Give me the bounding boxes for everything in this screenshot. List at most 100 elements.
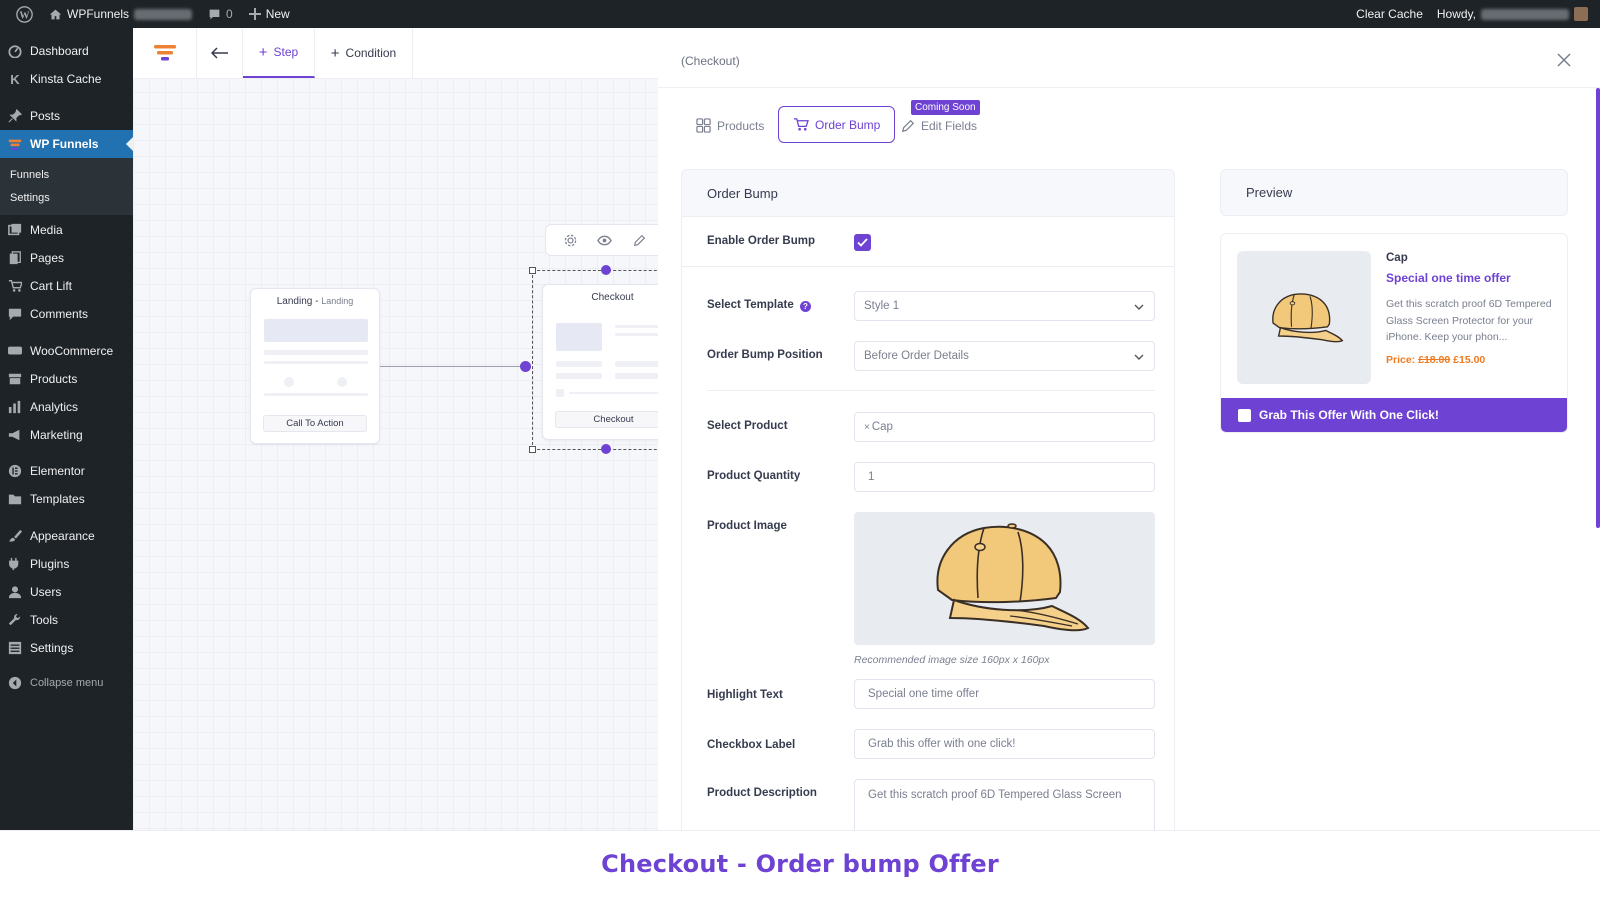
wrench-icon xyxy=(8,613,22,627)
remove-product-icon[interactable]: × xyxy=(864,422,870,433)
sidebar-item-posts[interactable]: Posts xyxy=(0,102,133,130)
resize-handle[interactable] xyxy=(529,267,536,274)
sidebar-item-products[interactable]: Products xyxy=(0,365,133,393)
bottom-connect-handle[interactable] xyxy=(601,444,611,454)
checkout-step-node[interactable]: Checkout Checkout xyxy=(542,284,658,440)
checkout-node-title: Checkout xyxy=(591,292,634,303)
close-icon[interactable] xyxy=(1556,52,1572,68)
tab-condition-label: Condition xyxy=(345,46,397,60)
resize-handle[interactable] xyxy=(529,446,536,453)
checkbox-label-input[interactable]: Grab this offer with one click! xyxy=(854,729,1155,759)
clear-cache-link[interactable]: Clear Cache xyxy=(1356,7,1423,21)
sidebar-item-label: Dashboard xyxy=(30,44,89,58)
funnel-canvas[interactable]: + Step + Condition Landing - Landing Cal… xyxy=(133,28,658,830)
select-product-label: Select Product xyxy=(707,420,788,432)
sidebar-item-tools[interactable]: Tools xyxy=(0,606,133,634)
sidebar-item-kinsta-cache[interactable]: K Kinsta Cache xyxy=(0,65,133,93)
sidebar-item-users[interactable]: Users xyxy=(0,578,133,606)
drawer-header: (Checkout) xyxy=(658,28,1600,88)
sidebar-item-label: Templates xyxy=(30,492,85,506)
submenu-item-settings[interactable]: Settings xyxy=(0,186,133,209)
avatar xyxy=(1574,7,1588,21)
sidebar-item-templates[interactable]: Templates xyxy=(0,485,133,513)
cap-image xyxy=(1272,292,1344,342)
wordpress-logo-icon[interactable]: W xyxy=(16,5,33,23)
product-image-upload[interactable] xyxy=(854,512,1155,645)
blurred-site-suffix xyxy=(134,8,193,20)
sidebar-item-dashboard[interactable]: Dashboard xyxy=(0,37,133,65)
call-to-action-button[interactable]: Call To Action xyxy=(263,415,367,432)
sidebar-item-label: Posts xyxy=(30,109,61,123)
order-bump-header: Order Bump xyxy=(682,170,1174,217)
preview-product-name: Cap xyxy=(1386,252,1408,264)
preview-offer-label: Grab This Offer With One Click! xyxy=(1259,408,1439,422)
sidebar-item-analytics[interactable]: Analytics xyxy=(0,393,133,421)
pencil-icon[interactable] xyxy=(633,234,646,247)
template-select[interactable]: Style 1 xyxy=(854,291,1155,321)
highlight-text-input[interactable]: Special one time offer xyxy=(854,679,1155,709)
preview-highlight-text: Special one time offer xyxy=(1386,271,1511,285)
left-connect-handle[interactable] xyxy=(520,361,531,372)
cart-icon xyxy=(8,279,22,293)
sidebar-item-comments[interactable]: Comments xyxy=(0,300,133,328)
position-select[interactable]: Before Order Details xyxy=(854,341,1155,371)
product-select[interactable]: × Cap xyxy=(854,412,1155,442)
price-new: £15.00 xyxy=(1453,354,1486,366)
sidebar-item-appearance[interactable]: Appearance xyxy=(0,522,133,550)
chevron-down-icon xyxy=(1134,304,1144,310)
sidebar-item-plugins[interactable]: Plugins xyxy=(0,550,133,578)
image-size-hint: Recommended image size 160px x 160px xyxy=(854,654,1050,666)
landing-node-title: Landing - Landing xyxy=(276,296,354,307)
new-link[interactable]: New xyxy=(248,7,290,21)
sidebar-item-label: WooCommerce xyxy=(30,344,114,358)
account-menu[interactable]: Howdy, xyxy=(1437,7,1588,21)
sidebar-item-marketing[interactable]: Marketing xyxy=(0,421,133,449)
quantity-input[interactable]: 1 xyxy=(854,462,1155,492)
preview-product-image xyxy=(1237,251,1371,384)
preview-offer-bar[interactable]: Grab This Offer With One Click! xyxy=(1221,398,1567,432)
site-name-link[interactable]: WPFunnels xyxy=(49,7,193,21)
sidebar-item-pages[interactable]: Pages xyxy=(0,244,133,272)
wpfunnels-logo-icon[interactable] xyxy=(133,28,197,78)
help-icon[interactable]: ? xyxy=(800,301,811,312)
sidebar-item-woocommerce[interactable]: WooCommerce xyxy=(0,337,133,365)
comment-icon xyxy=(8,307,22,321)
back-button[interactable] xyxy=(197,28,243,78)
sidebar-item-cart-lift[interactable]: Cart Lift xyxy=(0,272,133,300)
eye-icon[interactable] xyxy=(597,235,613,246)
grid-icon xyxy=(696,118,711,133)
tab-condition[interactable]: + Condition xyxy=(315,28,413,78)
sidebar-item-label: WP Funnels xyxy=(30,137,99,151)
top-connect-handle[interactable] xyxy=(601,265,611,275)
sidebar-item-label: Media xyxy=(30,223,63,237)
sidebar-item-media[interactable]: Media xyxy=(0,216,133,244)
sidebar-item-label: Pages xyxy=(30,251,65,265)
submenu-item-funnels[interactable]: Funnels xyxy=(0,163,133,186)
plus-icon: + xyxy=(330,44,340,62)
brush-icon xyxy=(8,529,22,543)
sidebar-item-elementor[interactable]: Elementor xyxy=(0,457,133,485)
comments-link[interactable]: 0 xyxy=(208,7,233,21)
preview-offer-checkbox[interactable] xyxy=(1238,408,1251,422)
chevron-down-icon xyxy=(1134,354,1144,360)
builder-toolbar: + Step + Condition xyxy=(133,28,658,79)
sidebar-item-wp-funnels[interactable]: WP Funnels xyxy=(0,130,133,158)
pencil-icon xyxy=(901,119,915,132)
cap-image xyxy=(935,522,1090,631)
collapse-arrow-icon xyxy=(8,676,22,690)
tab-products[interactable]: Products xyxy=(682,107,778,144)
drawer-scrollbar[interactable] xyxy=(1596,88,1600,528)
tab-step[interactable]: + Step xyxy=(243,28,315,78)
sidebar-item-label: Plugins xyxy=(30,557,70,571)
sidebar-item-settings[interactable]: Settings xyxy=(0,634,133,662)
tab-edit-fields[interactable]: Edit Fields xyxy=(887,107,991,144)
tab-order-bump[interactable]: Order Bump xyxy=(778,106,896,143)
collapse-menu-button[interactable]: Collapse menu xyxy=(0,669,133,697)
node-toolbar xyxy=(545,224,658,256)
gear-icon[interactable] xyxy=(564,234,577,247)
product-description-input[interactable]: Get this scratch proof 6D Tempered Glass… xyxy=(854,779,1155,830)
landing-step-node[interactable]: Landing - Landing Call To Action xyxy=(250,288,380,444)
enable-order-bump-checkbox[interactable] xyxy=(854,234,871,251)
checkout-node-button[interactable]: Checkout xyxy=(555,411,658,428)
preview-description: Get this scratch proof 6D Tempered Glass… xyxy=(1386,298,1552,343)
